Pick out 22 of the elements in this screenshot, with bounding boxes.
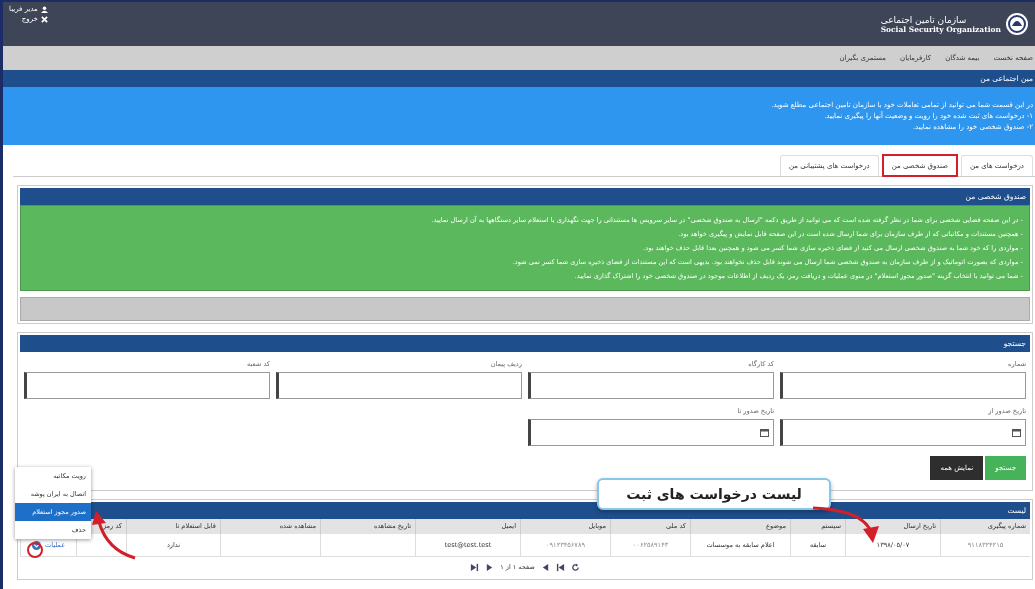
date-field[interactable] <box>528 419 774 446</box>
input-field[interactable] <box>528 372 774 399</box>
user-icon <box>40 5 48 13</box>
input-field[interactable] <box>780 372 1026 399</box>
input-field[interactable] <box>24 372 270 399</box>
previous-page-icon[interactable] <box>540 562 550 572</box>
logo-title: سازمان تامین اجتماعی <box>880 14 967 25</box>
first-page-icon[interactable] <box>555 562 565 572</box>
cross-icon <box>40 15 48 23</box>
next-page-icon[interactable] <box>485 562 495 572</box>
calendar-icon <box>760 428 769 437</box>
annotation-arrow <box>812 506 879 543</box>
date-field[interactable] <box>780 419 1026 446</box>
calendar-icon <box>1012 428 1021 437</box>
annotation-circle <box>27 542 43 558</box>
last-page-icon[interactable] <box>470 562 480 572</box>
input-field[interactable] <box>276 372 522 399</box>
logo-icon <box>1005 12 1029 36</box>
callout-label: لیست درخواست های ثبت <box>597 478 831 510</box>
annotation-arrow <box>92 511 136 560</box>
chevron-down-icon[interactable] <box>31 540 41 550</box>
refresh-icon[interactable] <box>570 562 580 572</box>
